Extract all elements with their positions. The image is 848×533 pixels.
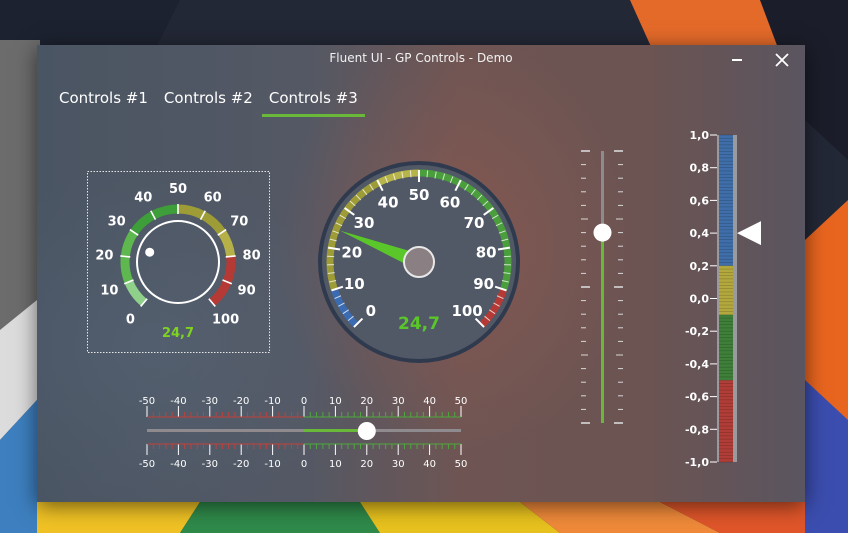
bar-scale-label: -1,0 xyxy=(685,456,709,469)
hslider-scale-label: -50 xyxy=(139,396,155,407)
minimize-icon xyxy=(732,59,742,61)
close-icon xyxy=(775,53,789,67)
hslider-scale-label: 30 xyxy=(392,396,405,407)
gauge-scale-label: 30 xyxy=(354,214,375,232)
gauge-tick xyxy=(426,170,429,178)
knob-scale-label: 40 xyxy=(134,191,152,206)
knob-scale-label: 60 xyxy=(204,191,222,206)
knob-scale-label: 20 xyxy=(95,248,113,263)
bar-scale-label: -0,6 xyxy=(685,391,709,404)
hslider-scale-label: -10 xyxy=(264,459,280,470)
gauge-scale-label: 50 xyxy=(409,186,430,204)
app-window: Fluent UI - GP Controls - Demo Controls … xyxy=(37,45,805,502)
gauge-scale-label: 70 xyxy=(464,214,485,232)
knob-tick xyxy=(120,255,131,258)
gauge-scale-label: 10 xyxy=(344,275,365,293)
knob-scale-label: 70 xyxy=(230,215,248,230)
bar-scale-zone xyxy=(719,265,733,315)
bar-scale-label: 0,2 xyxy=(690,260,710,273)
hslider-scale-label: 20 xyxy=(360,459,373,470)
hslider-scale-label: 40 xyxy=(423,396,436,407)
bar-scale-label: -0,4 xyxy=(685,358,709,371)
knob-arc-band xyxy=(218,229,236,258)
hslider-scale-label: -30 xyxy=(202,459,218,470)
hslider-scale-label: 30 xyxy=(392,459,405,470)
gauge-tick xyxy=(409,170,412,178)
hslider-scale-label: -10 xyxy=(264,396,280,407)
hslider-scale-label: -20 xyxy=(233,459,249,470)
tab-controls-3[interactable]: Controls #3 xyxy=(261,89,365,117)
knob-scale-label: 0 xyxy=(126,313,135,328)
bar-scale-label: 1,0 xyxy=(690,129,710,142)
hslider-scale-label: 10 xyxy=(329,396,342,407)
hslider-top-labels: -50 -40 -30 -20 -10 0 10 20 30 40 50 xyxy=(139,396,468,407)
title-bar: Fluent UI - GP Controls - Demo xyxy=(37,45,805,77)
hslider-scale-label: 40 xyxy=(423,459,436,470)
vertical-slider[interactable] xyxy=(577,145,627,429)
bar-scale-label: -0,8 xyxy=(685,423,709,436)
knob-indicator-dot xyxy=(145,247,155,257)
hslider-bottom-labels: -50 -40 -30 -20 -10 0 10 20 30 40 50 xyxy=(139,459,468,470)
hslider-thumb[interactable] xyxy=(357,422,376,440)
vslider-fill xyxy=(601,232,604,423)
bar-scale-label: 0,0 xyxy=(690,293,710,306)
bar-scale-pointer[interactable] xyxy=(737,221,761,246)
gauge-scale-label: 40 xyxy=(378,193,399,211)
hslider-fill xyxy=(304,429,367,432)
knob-scale-labels: 0 10 20 30 40 50 60 70 80 90 100 xyxy=(95,182,260,328)
minimize-button[interactable] xyxy=(714,45,760,75)
hslider-scale-label: 10 xyxy=(329,459,342,470)
bar-scale-label: -0,2 xyxy=(685,325,709,338)
knob-dial[interactable] xyxy=(136,220,220,304)
bar-scale-zone xyxy=(719,380,733,462)
hslider-scale-label: 0 xyxy=(301,459,307,470)
tab-strip: Controls #1 Controls #2 Controls #3 xyxy=(59,89,374,117)
bar-scale-label: 0,6 xyxy=(690,194,710,207)
knob-tick xyxy=(225,255,236,258)
gauge-hub xyxy=(403,246,435,278)
gauge-scale-label: 100 xyxy=(451,302,482,320)
bar-scale-label: 0,8 xyxy=(690,162,710,175)
hslider-scale-label: -40 xyxy=(170,459,186,470)
knob-gauge[interactable]: 0 10 20 30 40 50 60 70 80 90 100 24,7 xyxy=(87,171,270,353)
hslider-scale-label: 0 xyxy=(301,396,307,407)
knob-scale-arcs xyxy=(120,204,236,307)
hslider-bottom-ticks xyxy=(146,443,462,455)
knob-value-readout: 24,7 xyxy=(162,326,194,341)
knob-scale-label: 100 xyxy=(212,313,239,328)
gauge-scale-label: 0 xyxy=(366,302,376,320)
knob-arc-band xyxy=(124,279,147,307)
gauge-value-readout: 24,7 xyxy=(398,314,440,334)
round-gauge: 010 20 3040 50 6070 80 90 100 24,7 xyxy=(318,161,520,363)
close-button[interactable] xyxy=(759,45,805,75)
hslider-scale-label: -30 xyxy=(202,396,218,407)
gauge-scale-label: 90 xyxy=(473,275,494,293)
knob-scale-label: 50 xyxy=(169,182,187,197)
bar-scale-segments xyxy=(719,134,733,463)
window-title: Fluent UI - GP Controls - Demo xyxy=(329,51,513,65)
hslider-scale-label: 50 xyxy=(455,459,468,470)
knob-scale-label: 10 xyxy=(100,284,118,299)
hslider-top-ticks xyxy=(146,406,462,418)
gauge-scale-label: 60 xyxy=(439,193,460,211)
tab-controls-2[interactable]: Controls #2 xyxy=(164,89,253,117)
hslider-scale-label: 20 xyxy=(360,396,373,407)
tab-controls-1[interactable]: Controls #1 xyxy=(59,89,148,117)
gauge-scale-label: 20 xyxy=(341,243,362,261)
horizontal-slider[interactable]: -50 -40 -30 -20 -10 0 10 20 30 40 50 -50 -40 -30 -20-… xyxy=(133,393,477,471)
hslider-scale-label: -40 xyxy=(170,396,186,407)
hslider-scale-label: -20 xyxy=(233,396,249,407)
bar-scale-label: 0,4 xyxy=(690,227,710,240)
knob-scale-label: 80 xyxy=(243,248,261,263)
knob-scale-label: 90 xyxy=(238,284,256,299)
knob-scale-label: 30 xyxy=(108,215,126,230)
hslider-scale-label: 50 xyxy=(455,396,468,407)
bar-scale[interactable]: 1,0 0,8 0,6 0,4 0,2 0,0 -0,2 -0,4 -0,6 -0,8 -1,0 xyxy=(677,125,797,470)
bar-scale-labels: 1,0 0,8 0,6 0,4 0,2 0,0 -0,2 -0,4 -0,6 -0,8 -1,0 xyxy=(685,129,717,469)
hslider-scale-label: -50 xyxy=(139,459,155,470)
gauge-scale-label: 80 xyxy=(476,243,497,261)
vslider-thumb[interactable] xyxy=(593,223,612,242)
